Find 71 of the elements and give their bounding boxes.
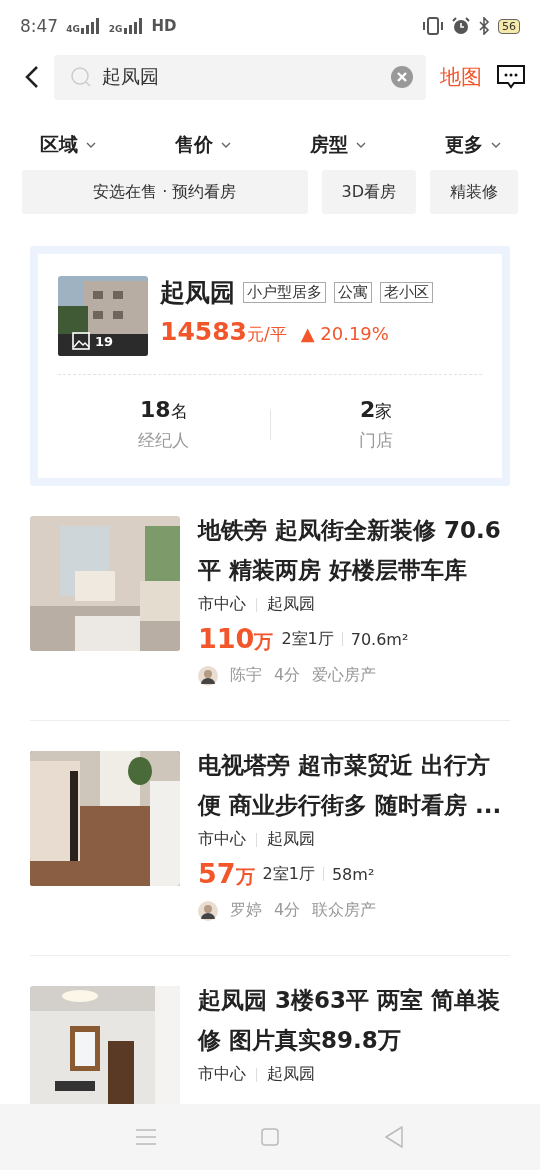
listing-area: 58m² xyxy=(331,864,375,884)
listing-title[interactable]: 起凤园 3楼63平 两室 简单装修 图片真实89.8万 xyxy=(198,980,508,1060)
filter-dropdown[interactable]: 区域 xyxy=(31,132,104,158)
alarm-icon xyxy=(452,17,470,35)
community-tag: 老小区 xyxy=(380,282,433,303)
price-unit: 万 xyxy=(235,865,255,887)
price-unit: 元/平 xyxy=(247,324,287,344)
filter-dropdown[interactable]: 售价 xyxy=(166,132,239,158)
filter-chip[interactable]: 安选在售 · 预约看房 xyxy=(22,170,308,214)
stat-value: 18 xyxy=(139,397,171,422)
filter-chip[interactable]: 精装修 xyxy=(430,170,518,214)
listing-community: 起凤园 xyxy=(267,594,315,615)
stat-label: 经纪人 xyxy=(138,429,190,452)
community-name: 起凤园 xyxy=(160,277,235,309)
listing-price: 57 xyxy=(198,858,236,889)
stat-label: 门店 xyxy=(359,429,394,452)
vibrate-icon xyxy=(422,17,444,35)
network-label: 2G xyxy=(108,24,123,34)
agency-name: 联众房产 xyxy=(312,900,377,921)
clear-icon[interactable] xyxy=(390,65,414,89)
listing-area: 70.6m² xyxy=(350,629,409,649)
listing-district: 市中心 xyxy=(198,594,246,615)
avatar-icon xyxy=(198,665,218,686)
home-icon[interactable] xyxy=(261,1128,279,1146)
search-bar[interactable]: 起凤园 xyxy=(54,54,426,100)
agency-name: 爱心房产 xyxy=(312,665,377,686)
agent-score: 4分 xyxy=(274,900,301,921)
menu-icon[interactable] xyxy=(136,1129,156,1145)
caret-icon xyxy=(220,142,231,148)
stat-unit: 家 xyxy=(375,401,393,421)
listing-layout: 2室1厅 xyxy=(281,628,334,650)
agent-score: 4分 xyxy=(274,665,301,686)
listing-community: 起凤园 xyxy=(267,1064,315,1085)
community-tag: 小户型居多 xyxy=(243,282,326,303)
price-unit: 万 xyxy=(254,630,274,652)
status-time: 8:47 xyxy=(20,16,59,36)
stat-value: 2 xyxy=(360,397,376,422)
unit-price: 14583 xyxy=(160,317,247,346)
photo-count: 19 xyxy=(95,333,114,349)
listing-title[interactable]: 电视塔旁 超市菜贸近 出行方便 商业步行街多 随时看房 ... xyxy=(198,745,508,825)
search-icon xyxy=(70,66,92,88)
search-field[interactable]: 起凤园 xyxy=(100,65,382,89)
map-link[interactable]: 地图 xyxy=(440,63,482,91)
price-change: ▲ 20.19% xyxy=(300,323,389,344)
listing-title[interactable]: 地铁旁 起凤街全新装修 70.6平 精装两房 好楼层带车库 xyxy=(198,510,508,590)
community-tag: 公寓 xyxy=(334,282,372,303)
avatar-icon xyxy=(198,900,218,921)
network-label: 4G xyxy=(66,24,80,34)
stat-unit: 名 xyxy=(170,401,188,421)
image-icon xyxy=(72,332,90,350)
filter-dropdown[interactable]: 更多 xyxy=(436,132,509,158)
listing-district: 市中心 xyxy=(198,829,246,850)
caret-icon xyxy=(355,142,366,148)
back-icon[interactable] xyxy=(24,65,40,89)
message-icon[interactable] xyxy=(496,64,526,90)
listing-layout: 2室1厅 xyxy=(262,863,315,885)
caret-icon xyxy=(85,142,96,148)
community-card[interactable]: 19 起凤园 小户型居多 公寓 老小区 14583元/平 ▲ 20.19% 18名 经纪人 2家 门店 xyxy=(30,246,510,486)
listing-price: 110 xyxy=(198,623,255,654)
signal-icon xyxy=(123,18,144,34)
listing-district: 市中心 xyxy=(198,1064,246,1085)
bluetooth-icon xyxy=(478,17,490,35)
filter-dropdown[interactable]: 房型 xyxy=(301,132,374,158)
hd-label: HD xyxy=(151,17,177,35)
caret-icon xyxy=(490,142,501,148)
battery-level: 56 xyxy=(498,18,520,34)
filter-chip[interactable]: 3D看房 xyxy=(321,170,416,214)
agent-name: 罗婷 xyxy=(230,900,262,921)
agent-name: 陈宇 xyxy=(230,665,262,686)
listing-community: 起凤园 xyxy=(267,829,315,850)
signal-icon xyxy=(80,18,101,34)
